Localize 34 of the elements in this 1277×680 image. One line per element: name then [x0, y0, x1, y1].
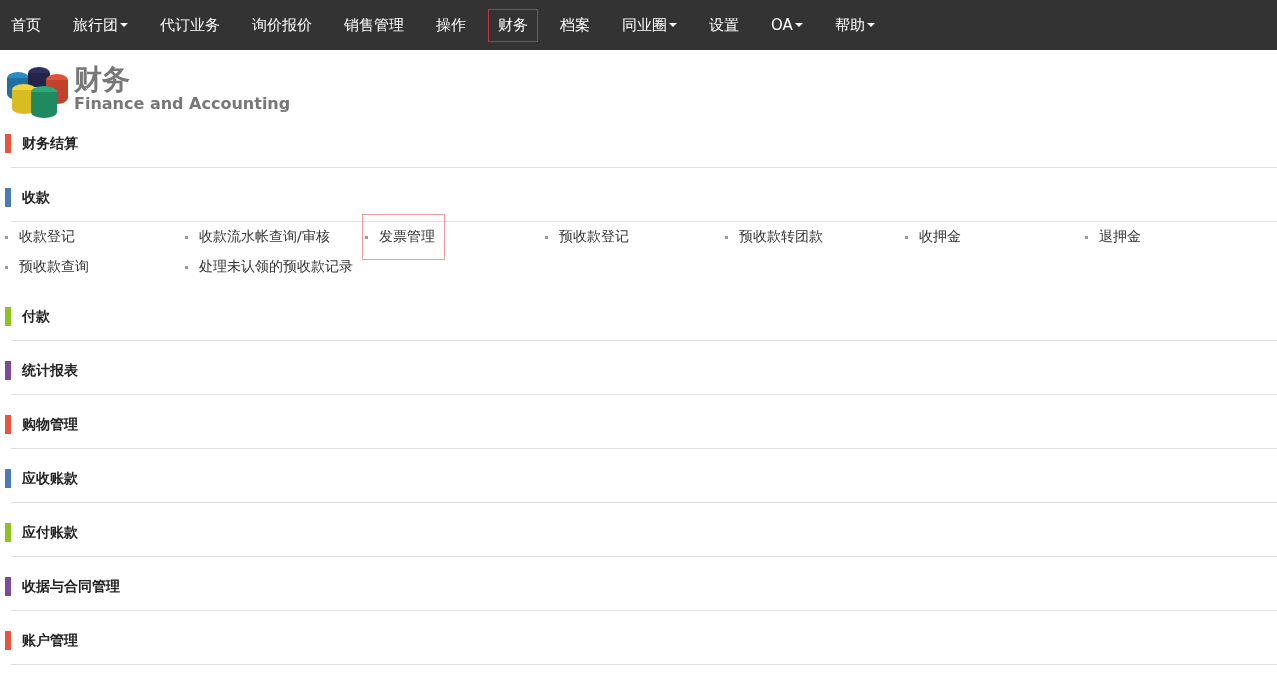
section-heading[interactable]: 付款 — [11, 304, 1277, 341]
page-subtitle: Finance and Accounting — [74, 94, 291, 114]
section-heading[interactable]: 统计报表 — [11, 358, 1277, 395]
nav-item[interactable]: 代订业务 — [150, 8, 230, 42]
bullet-icon — [725, 235, 728, 239]
nav-item[interactable]: 询价报价 — [242, 8, 322, 42]
section-heading[interactable]: 财务结算 — [11, 131, 1277, 168]
nav-item[interactable]: 首页 — [1, 8, 51, 42]
section-heading[interactable]: 应收账款 — [11, 466, 1277, 503]
bullet-icon — [905, 235, 908, 239]
bullet-icon — [545, 235, 548, 239]
bullet-icon — [5, 235, 8, 239]
section-heading[interactable]: 购物管理 — [11, 412, 1277, 449]
coin-stacks-icon — [4, 64, 70, 120]
section-heading[interactable]: 应付账款 — [11, 520, 1277, 557]
nav-item[interactable]: 操作 — [426, 8, 476, 42]
nav-item[interactable]: 销售管理 — [334, 8, 414, 42]
page-title: 财务 — [74, 64, 131, 96]
section-heading[interactable]: 收据与合同管理 — [11, 574, 1277, 611]
section-heading[interactable]: 收款 — [11, 185, 1277, 222]
nav-item[interactable]: 设置 — [699, 8, 749, 42]
bullet-icon — [365, 235, 368, 239]
nav-item[interactable]: 财务 — [488, 8, 538, 42]
menu-link[interactable]: 发票管理 — [362, 214, 445, 260]
bullet-icon — [5, 265, 8, 269]
nav-item[interactable]: 同业圈 — [612, 8, 687, 42]
bullet-icon — [1085, 235, 1088, 239]
section-heading[interactable]: 账户管理 — [11, 628, 1277, 665]
bullet-icon — [185, 235, 188, 239]
nav-item[interactable]: OA — [761, 9, 813, 41]
nav-item[interactable]: 旅行团 — [63, 8, 138, 42]
nav-item[interactable]: 档案 — [550, 8, 600, 42]
bullet-icon — [185, 265, 188, 269]
nav-item[interactable]: 帮助 — [824, 8, 885, 42]
